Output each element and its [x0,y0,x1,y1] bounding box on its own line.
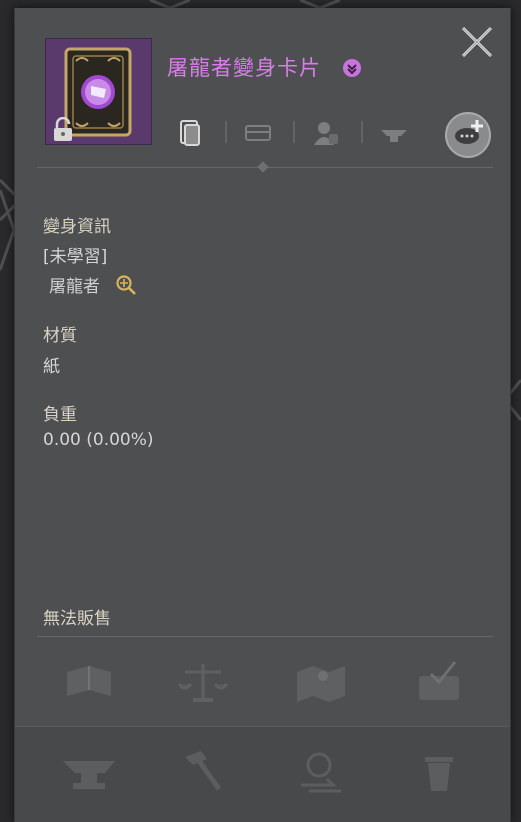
material-value: 紙 [43,357,60,377]
item-name: 屠龍者變身卡片 [167,56,321,80]
map-icon[interactable] [293,658,349,706]
item-grade-badge-icon [343,59,361,77]
magnify-icon[interactable] [115,274,137,296]
basket-icon[interactable] [411,656,467,704]
card-tab-icon[interactable] [175,118,205,148]
learn-status: [未學習] [43,247,108,267]
material-label: 材質 [43,326,77,346]
chat-share-icon[interactable] [445,112,491,158]
character-tab-icon[interactable] [311,118,341,148]
weight-label: 負重 [43,405,77,425]
creature-name[interactable]: 屠龍者 [49,272,100,297]
weight-value: 0.00 (0.00%) [43,430,154,450]
book-icon[interactable] [61,658,117,706]
trash-icon[interactable] [411,747,467,795]
anvil-icon[interactable] [61,747,117,795]
item-tooltip-panel: 屠龍者變身卡片 變身資訊 [未學習] 屠龍者 材質 紙 負重 0.00 (0.0… [14,8,511,822]
footer-divider [37,636,493,637]
tab-separator [293,121,295,143]
close-icon[interactable] [457,22,497,62]
item-card-thumbnail [45,38,152,145]
lock-icon [54,117,72,141]
hammer-icon[interactable] [175,747,231,795]
sell-restriction-note: 無法販售 [43,609,111,629]
divider-ornament [257,161,269,173]
anvil-tab-icon[interactable] [379,118,409,148]
action-bar [15,726,510,822]
tab-separator [361,121,363,143]
search-swap-icon[interactable] [293,747,349,795]
equipment-tab-icon[interactable] [243,118,273,148]
scale-icon[interactable] [175,658,231,706]
transform-info-label: 變身資訊 [43,217,111,237]
tab-separator [225,121,227,143]
